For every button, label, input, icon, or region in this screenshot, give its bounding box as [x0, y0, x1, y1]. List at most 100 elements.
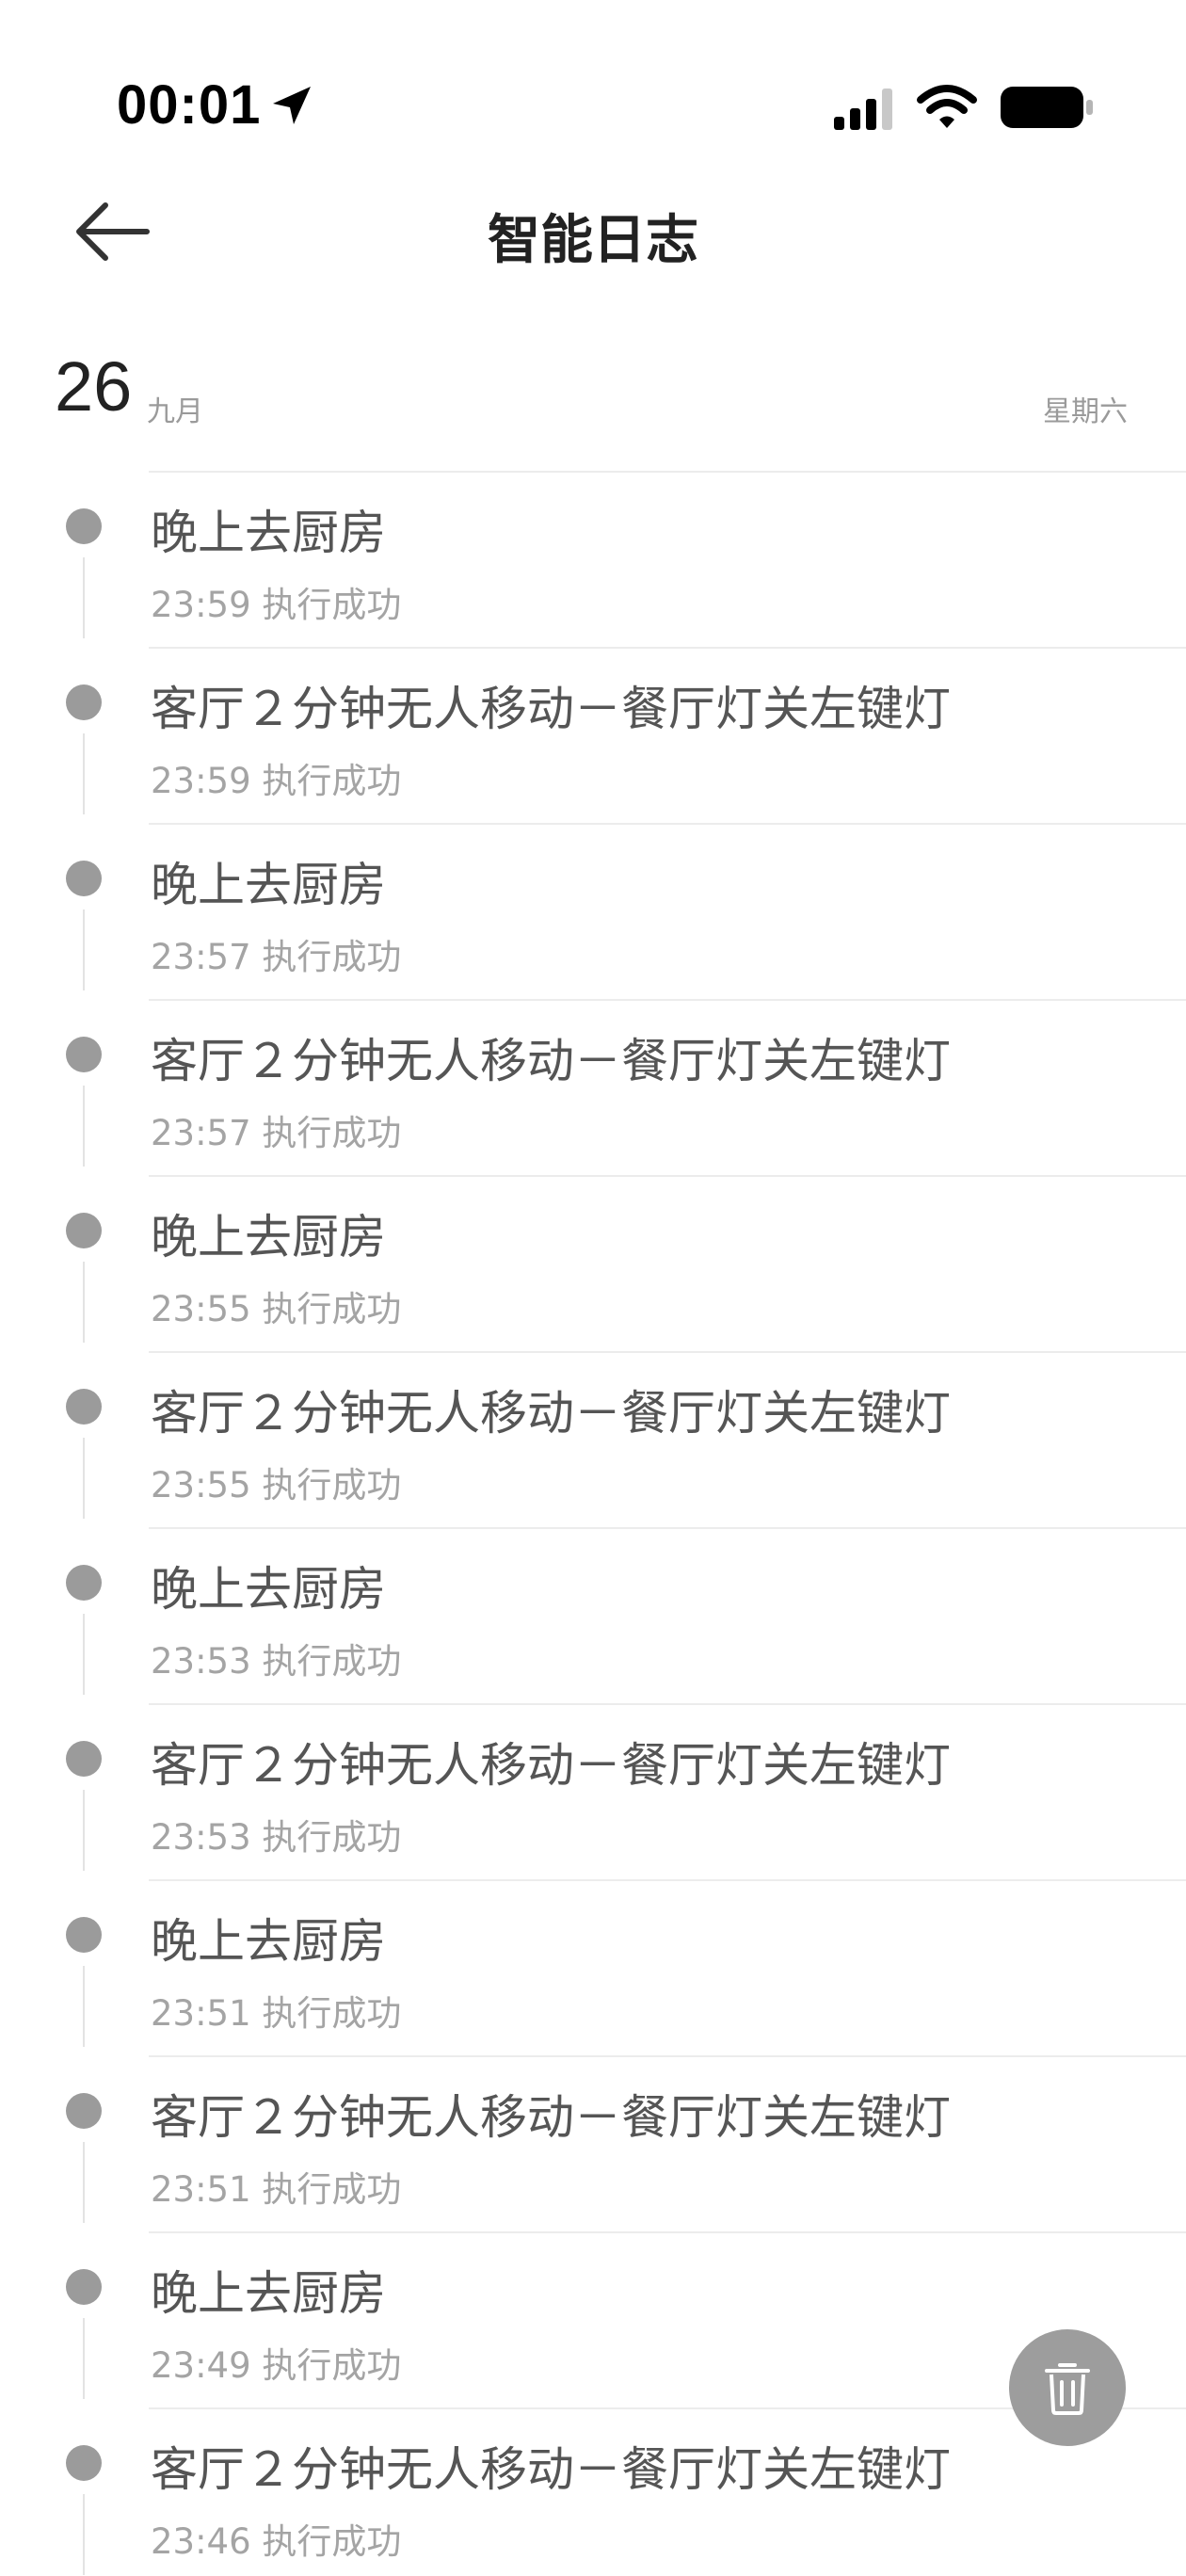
status-bar: 00:01	[0, 0, 1186, 160]
log-status: 执行成功	[262, 1113, 402, 1153]
date-header: 26 九月 星期六	[0, 335, 1186, 448]
timeline-line	[83, 1614, 85, 1695]
log-status: 执行成功	[262, 1817, 402, 1858]
timeline-line	[83, 1438, 85, 1519]
timeline-dot	[66, 2093, 102, 2129]
log-meta: 23:49 执行成功	[151, 2337, 401, 2388]
log-list: 晚上去厨房 23:59 执行成功 客厅２分钟无人移动－餐厅灯关左键灯 23:59…	[0, 471, 1186, 2576]
log-status: 执行成功	[262, 2521, 402, 2562]
log-title: 客厅２分钟无人移动－餐厅灯关左键灯	[151, 2442, 951, 2497]
log-meta: 23:57 执行成功	[151, 928, 401, 979]
timeline-line	[83, 733, 85, 814]
timeline-dot	[66, 1917, 102, 1953]
log-status: 执行成功	[262, 2169, 402, 2210]
location-arrow-icon	[269, 83, 314, 128]
page-title: 智能日志	[488, 210, 698, 271]
timeline-dot	[66, 861, 102, 896]
log-meta: 23:53 执行成功	[151, 1809, 401, 1860]
divider	[149, 471, 1186, 473]
timeline-dot	[66, 1741, 102, 1777]
log-title: 晚上去厨房	[151, 1210, 386, 1264]
log-status: 执行成功	[262, 1465, 402, 1505]
log-status: 执行成功	[262, 2345, 402, 2386]
log-status: 执行成功	[262, 1641, 402, 1682]
date-month: 九月	[147, 395, 203, 428]
log-item[interactable]: 客厅２分钟无人移动－餐厅灯关左键灯 23:55 执行成功	[0, 1351, 1186, 1527]
log-item[interactable]: 客厅２分钟无人移动－餐厅灯关左键灯 23:46 执行成功	[0, 2407, 1186, 2576]
timeline-dot	[66, 1037, 102, 1072]
timeline-line	[83, 1086, 85, 1167]
log-status: 执行成功	[262, 761, 402, 801]
nav-header: 智能日志	[0, 160, 1186, 301]
log-title: 晚上去厨房	[151, 506, 386, 560]
divider	[149, 1879, 1186, 1881]
delete-button[interactable]	[1009, 2329, 1126, 2446]
date-day: 26	[55, 347, 133, 426]
log-time: 23:55	[151, 1289, 251, 1329]
timeline-dot	[66, 2445, 102, 2481]
log-time: 23:55	[151, 1465, 251, 1505]
log-title: 客厅２分钟无人移动－餐厅灯关左键灯	[151, 1738, 951, 1793]
cellular-signal-icon	[834, 87, 896, 132]
divider	[149, 2055, 1186, 2057]
date-weekday: 星期六	[1043, 395, 1128, 428]
log-time: 23:59	[151, 761, 251, 801]
divider	[149, 1527, 1186, 1529]
timeline-line	[83, 557, 85, 638]
log-title: 客厅２分钟无人移动－餐厅灯关左键灯	[151, 2090, 951, 2145]
log-meta: 23:51 执行成功	[151, 1985, 401, 2036]
log-title: 客厅２分钟无人移动－餐厅灯关左键灯	[151, 1386, 951, 1441]
log-item[interactable]: 客厅２分钟无人移动－餐厅灯关左键灯 23:59 执行成功	[0, 647, 1186, 823]
divider	[149, 2231, 1186, 2233]
timeline-line	[83, 1262, 85, 1343]
timeline-line	[83, 910, 85, 990]
log-status: 执行成功	[262, 585, 402, 625]
log-status: 执行成功	[262, 1993, 402, 2034]
log-time: 23:59	[151, 585, 251, 625]
log-meta: 23:55 执行成功	[151, 1457, 401, 1507]
log-title: 晚上去厨房	[151, 2266, 386, 2321]
log-meta: 23:57 执行成功	[151, 1104, 401, 1155]
log-meta: 23:59 执行成功	[151, 752, 401, 803]
log-time: 23:57	[151, 937, 251, 977]
log-item[interactable]: 晚上去厨房 23:57 执行成功	[0, 823, 1186, 999]
log-status: 执行成功	[262, 937, 402, 977]
log-meta: 23:46 执行成功	[151, 2513, 401, 2564]
log-title: 客厅２分钟无人移动－餐厅灯关左键灯	[151, 1034, 951, 1088]
wifi-icon	[917, 83, 977, 132]
divider	[149, 1703, 1186, 1705]
log-title: 晚上去厨房	[151, 1562, 386, 1617]
log-item[interactable]: 晚上去厨房 23:51 执行成功	[0, 1879, 1186, 2055]
timeline-line	[83, 2318, 85, 2399]
timeline-dot	[66, 1213, 102, 1248]
timeline-dot	[66, 684, 102, 720]
log-item[interactable]: 客厅２分钟无人移动－餐厅灯关左键灯 23:57 执行成功	[0, 999, 1186, 1175]
timeline-line	[83, 1790, 85, 1871]
log-title: 晚上去厨房	[151, 1914, 386, 1969]
log-time: 23:51	[151, 2169, 251, 2210]
divider	[149, 823, 1186, 825]
status-time: 00:01	[117, 74, 262, 136]
log-time: 23:51	[151, 1993, 251, 2034]
timeline-line	[83, 2142, 85, 2223]
log-meta: 23:55 执行成功	[151, 1280, 401, 1331]
log-meta: 23:59 执行成功	[151, 576, 401, 627]
log-meta: 23:53 执行成功	[151, 1633, 401, 1683]
log-item[interactable]: 客厅２分钟无人移动－餐厅灯关左键灯 23:51 执行成功	[0, 2055, 1186, 2231]
log-time: 23:57	[151, 1113, 251, 1153]
trash-icon	[1045, 2363, 1090, 2415]
log-item[interactable]: 晚上去厨房 23:53 执行成功	[0, 1527, 1186, 1703]
log-item[interactable]: 客厅２分钟无人移动－餐厅灯关左键灯 23:53 执行成功	[0, 1703, 1186, 1879]
log-time: 23:46	[151, 2521, 251, 2562]
timeline-line	[83, 1966, 85, 2047]
smart-log-screen: 00:01 智能日志 26 九月 星期六 晚上去厨房 23:59 执行成功 客厅…	[0, 0, 1186, 2576]
divider	[149, 1351, 1186, 1353]
log-time: 23:53	[151, 1817, 251, 1858]
battery-icon	[1000, 83, 1098, 132]
log-meta: 23:51 执行成功	[151, 2161, 401, 2212]
log-item[interactable]: 晚上去厨房 23:49 执行成功	[0, 2231, 1186, 2407]
divider	[149, 647, 1186, 649]
log-item[interactable]: 晚上去厨房 23:55 执行成功	[0, 1175, 1186, 1351]
log-item[interactable]: 晚上去厨房 23:59 执行成功	[0, 471, 1186, 647]
log-title: 客厅２分钟无人移动－餐厅灯关左键灯	[151, 682, 951, 736]
